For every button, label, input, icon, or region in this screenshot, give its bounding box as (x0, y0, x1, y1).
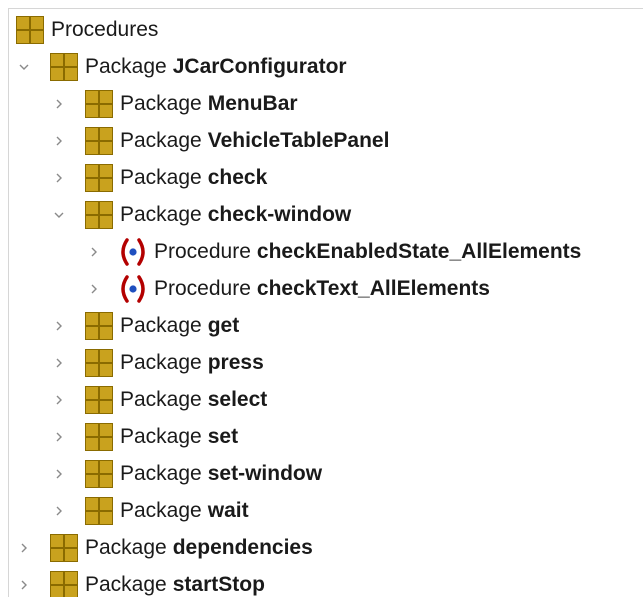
package-icon (85, 200, 113, 229)
chevron-right-icon[interactable] (51, 466, 67, 482)
node-name-label: set (207, 424, 239, 448)
tree-node-menubar[interactable]: Package MenuBar (0, 85, 643, 122)
node-name-label: dependencies (172, 535, 313, 559)
node-kind-label: Package (120, 461, 202, 485)
node-kind-label: Package (85, 572, 167, 596)
tree-frame-top-border (8, 8, 643, 9)
package-icon (16, 15, 44, 44)
tree-node-set[interactable]: Package set (0, 418, 643, 455)
package-icon (50, 570, 78, 597)
node-kind-label: Package (85, 535, 167, 559)
package-icon (85, 311, 113, 340)
node-kind-label: Package (120, 498, 202, 522)
package-icon (85, 459, 113, 488)
tree-node-checktext-allelements[interactable]: Procedure checkText_AllElements (0, 270, 643, 307)
tree-node-dependencies[interactable]: Package dependencies (0, 529, 643, 566)
node-name-label: startStop (172, 572, 265, 596)
chevron-right-icon[interactable] (51, 133, 67, 149)
node-name-label: set-window (207, 461, 323, 485)
tree-node-press[interactable]: Package press (0, 344, 643, 381)
chevron-down-icon[interactable] (16, 59, 32, 75)
chevron-right-icon[interactable] (51, 429, 67, 445)
package-icon (85, 163, 113, 192)
tree-node-get[interactable]: Package get (0, 307, 643, 344)
node-kind-label: Procedure (154, 276, 251, 300)
node-kind-label: Package (120, 424, 202, 448)
package-icon (85, 422, 113, 451)
node-name-label: VehicleTablePanel (207, 128, 390, 152)
chevron-right-icon[interactable] (51, 96, 67, 112)
node-name-label: wait (207, 498, 249, 522)
node-name-label: press (207, 350, 264, 374)
node-kind-label: Package (120, 128, 202, 152)
tree-node-jcarconfigurator[interactable]: Package JCarConfigurator (0, 48, 643, 85)
procedures-tree: Procedures Package JCarConfigurator Pack… (0, 11, 643, 597)
chevron-right-icon[interactable] (51, 355, 67, 371)
chevron-down-icon[interactable] (51, 207, 67, 223)
tree-root-label: Procedures (51, 17, 159, 41)
node-kind-label: Package (120, 202, 202, 226)
package-icon (85, 89, 113, 118)
chevron-right-icon[interactable] (86, 281, 102, 297)
procedure-icon (121, 274, 145, 303)
tree-node-check[interactable]: Package check (0, 159, 643, 196)
package-icon (85, 348, 113, 377)
package-icon (85, 126, 113, 155)
tree-node-check-window[interactable]: Package check-window (0, 196, 643, 233)
chevron-right-icon[interactable] (16, 540, 32, 556)
chevron-right-icon[interactable] (51, 503, 67, 519)
package-icon (50, 52, 78, 81)
node-name-label: MenuBar (207, 91, 298, 115)
package-icon (50, 533, 78, 562)
node-kind-label: Package (120, 350, 202, 374)
node-kind-label: Package (120, 387, 202, 411)
tree-node-startstop[interactable]: Package startStop (0, 566, 643, 597)
node-name-label: checkText_AllElements (256, 276, 490, 300)
chevron-right-icon[interactable] (86, 244, 102, 260)
tree-node-wait[interactable]: Package wait (0, 492, 643, 529)
node-name-label: check-window (207, 202, 352, 226)
chevron-right-icon[interactable] (51, 392, 67, 408)
chevron-right-icon[interactable] (16, 577, 32, 593)
node-kind-label: Package (120, 313, 202, 337)
tree-node-select[interactable]: Package select (0, 381, 643, 418)
tree-node-vehicletablepanel[interactable]: Package VehicleTablePanel (0, 122, 643, 159)
node-name-label: select (207, 387, 268, 411)
node-kind-label: Package (85, 54, 167, 78)
node-kind-label: Package (120, 91, 202, 115)
node-kind-label: Procedure (154, 239, 251, 263)
node-name-label: checkEnabledState_AllElements (256, 239, 582, 263)
node-name-label: get (207, 313, 240, 337)
package-icon (85, 496, 113, 525)
procedure-icon (121, 237, 145, 266)
tree-root-procedures[interactable]: Procedures (0, 11, 643, 48)
tree-node-checkenabledstate-allelements[interactable]: Procedure checkEnabledState_AllElements (0, 233, 643, 270)
chevron-right-icon[interactable] (51, 170, 67, 186)
tree-node-set-window[interactable]: Package set-window (0, 455, 643, 492)
chevron-right-icon[interactable] (51, 318, 67, 334)
node-name-label: check (207, 165, 268, 189)
node-name-label: JCarConfigurator (172, 54, 347, 78)
node-kind-label: Package (120, 165, 202, 189)
package-icon (85, 385, 113, 414)
